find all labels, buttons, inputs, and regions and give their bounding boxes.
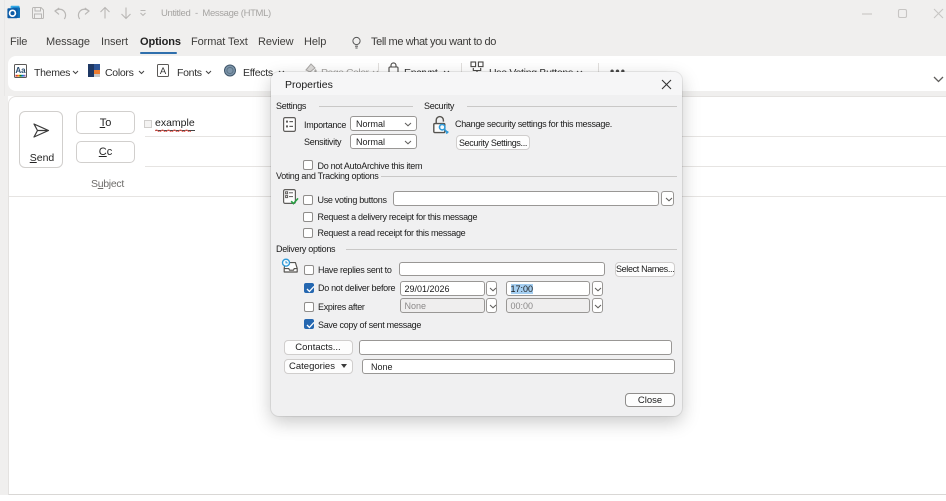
svg-text:A: A [160, 66, 167, 77]
svg-text:Aa: Aa [15, 66, 26, 75]
